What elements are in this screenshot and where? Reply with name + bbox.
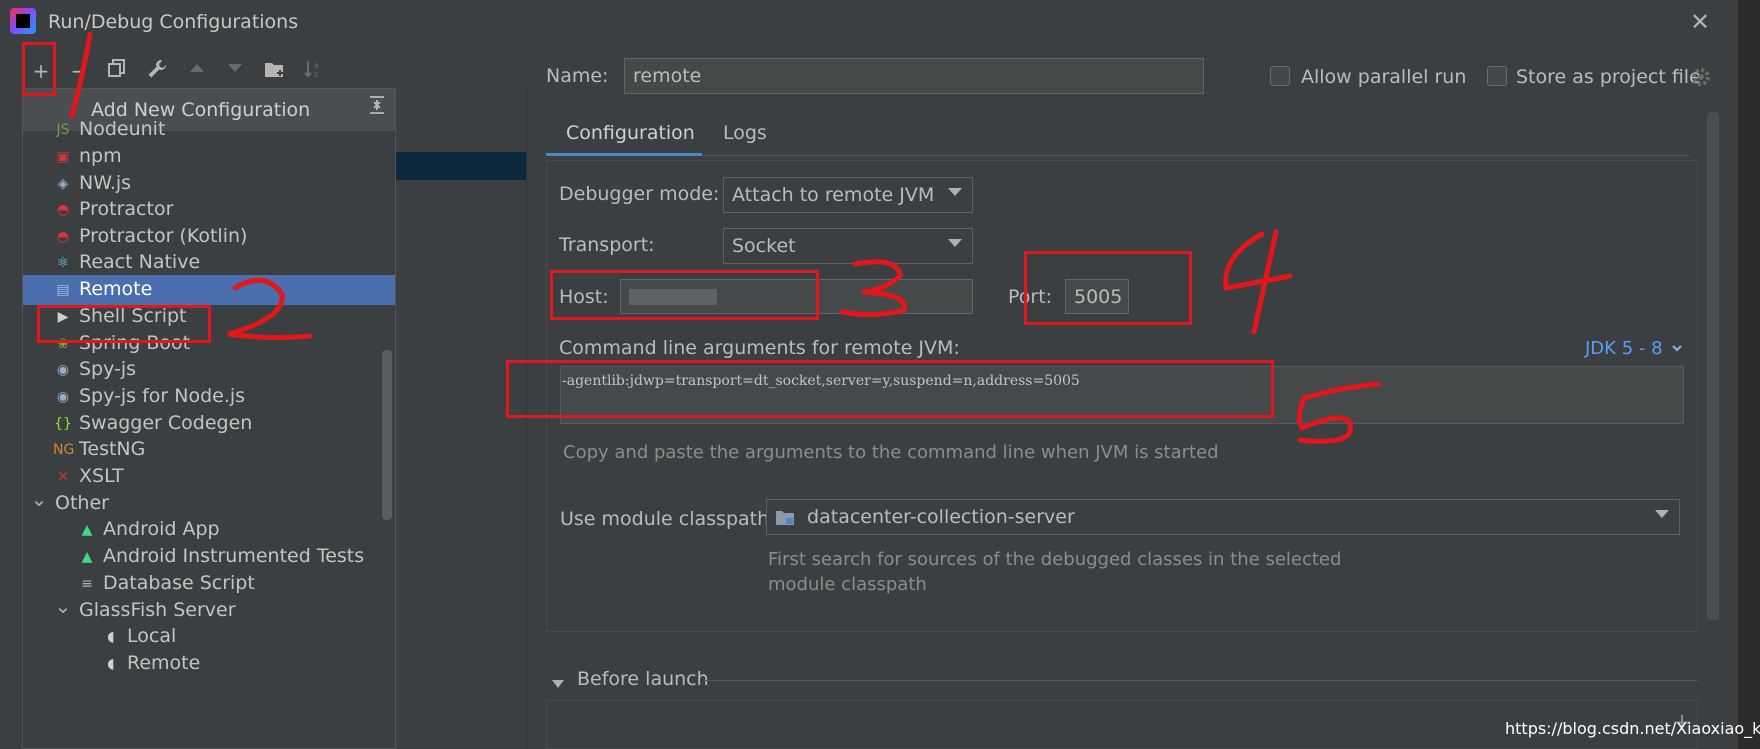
annotation-numbers bbox=[69, 31, 1381, 444]
